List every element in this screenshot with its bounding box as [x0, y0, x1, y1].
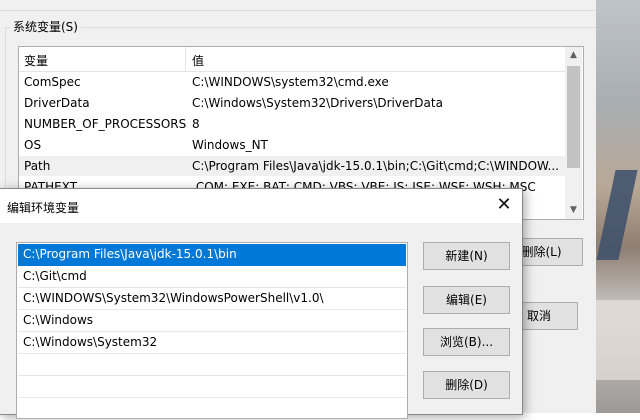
variable-value: C:\Program Files\Java\jdk-15.0.1\bin;C:\… — [192, 159, 559, 173]
variable-value: C:\WINDOWS\system32\cmd.exe — [192, 75, 389, 89]
list-header: 变量 值 — [19, 47, 565, 72]
desktop-wallpaper — [596, 0, 640, 413]
path-text: C:\Windows\System32 — [23, 335, 158, 349]
edit-button[interactable]: 编辑(E) — [423, 286, 510, 314]
list-item-selected[interactable]: C:\Program Files\Java\jdk-15.0.1\bin — [18, 244, 406, 266]
table-row[interactable]: OS Windows_NT — [19, 135, 565, 155]
scroll-thumb[interactable] — [567, 66, 580, 168]
column-header-variable[interactable]: 变量 — [24, 52, 48, 69]
variable-name: NUMBER_OF_PROCESSORS — [24, 117, 187, 131]
wallpaper-detail — [596, 300, 640, 380]
list-item[interactable]: C:\WINDOWS\System32\WindowsPowerShell\v1… — [18, 288, 406, 310]
list-item[interactable]: C:\Git\cmd — [18, 266, 406, 288]
scroll-down-icon[interactable]: ▼ — [565, 202, 582, 219]
list-item[interactable] — [18, 376, 406, 398]
list-item[interactable] — [18, 354, 406, 376]
column-header-value[interactable]: 值 — [192, 52, 204, 69]
path-text: C:\Windows — [23, 313, 94, 327]
table-row-selected[interactable]: Path C:\Program Files\Java\jdk-15.0.1\bi… — [19, 156, 565, 176]
path-text: C:\Program Files\Java\jdk-15.0.1\bin — [23, 247, 237, 261]
user-variables-area-edge — [0, 0, 596, 11]
dialog-title-bar[interactable]: 编辑环境变量 ✕ — [0, 189, 522, 223]
delete-button[interactable]: 删除(D) — [423, 371, 510, 399]
dialog-title: 编辑环境变量 — [7, 201, 80, 215]
variable-name: OS — [24, 138, 42, 152]
table-row[interactable]: NUMBER_OF_PROCESSORS 8 — [19, 114, 565, 134]
browse-button[interactable]: 浏览(B)... — [423, 328, 510, 356]
variable-value: 8 — [192, 117, 200, 131]
path-list[interactable]: C:\Program Files\Java\jdk-15.0.1\bin C:\… — [16, 242, 408, 420]
scroll-up-icon[interactable]: ▲ — [565, 47, 582, 64]
variable-value: C:\Windows\System32\Drivers\DriverData — [192, 96, 443, 110]
path-text: C:\Git\cmd — [23, 269, 87, 283]
list-item[interactable]: C:\Windows — [18, 310, 406, 332]
list-item[interactable]: C:\Windows\System32 — [18, 332, 406, 354]
vertical-scrollbar[interactable]: ▲ ▼ — [565, 47, 582, 219]
system-variables-label: 系统变量(S) — [10, 20, 81, 34]
edit-environment-variable-dialog: 编辑环境变量 ✕ C:\Program Files\Java\jdk-15.0.… — [0, 188, 523, 420]
table-row[interactable]: ComSpec C:\WINDOWS\system32\cmd.exe — [19, 72, 565, 92]
new-button[interactable]: 新建(N) — [423, 242, 510, 270]
variable-value: Windows_NT — [192, 138, 268, 152]
wallpaper-detail — [596, 170, 638, 260]
list-item[interactable] — [18, 398, 406, 420]
variable-name: ComSpec — [24, 75, 81, 89]
table-row[interactable]: DriverData C:\Windows\System32\Drivers\D… — [19, 93, 565, 113]
column-separator[interactable] — [185, 47, 186, 71]
variable-name: DriverData — [24, 96, 90, 110]
variable-name: Path — [24, 159, 51, 173]
path-text: C:\WINDOWS\System32\WindowsPowerShell\v1… — [23, 291, 324, 305]
close-icon[interactable]: ✕ — [492, 193, 516, 217]
